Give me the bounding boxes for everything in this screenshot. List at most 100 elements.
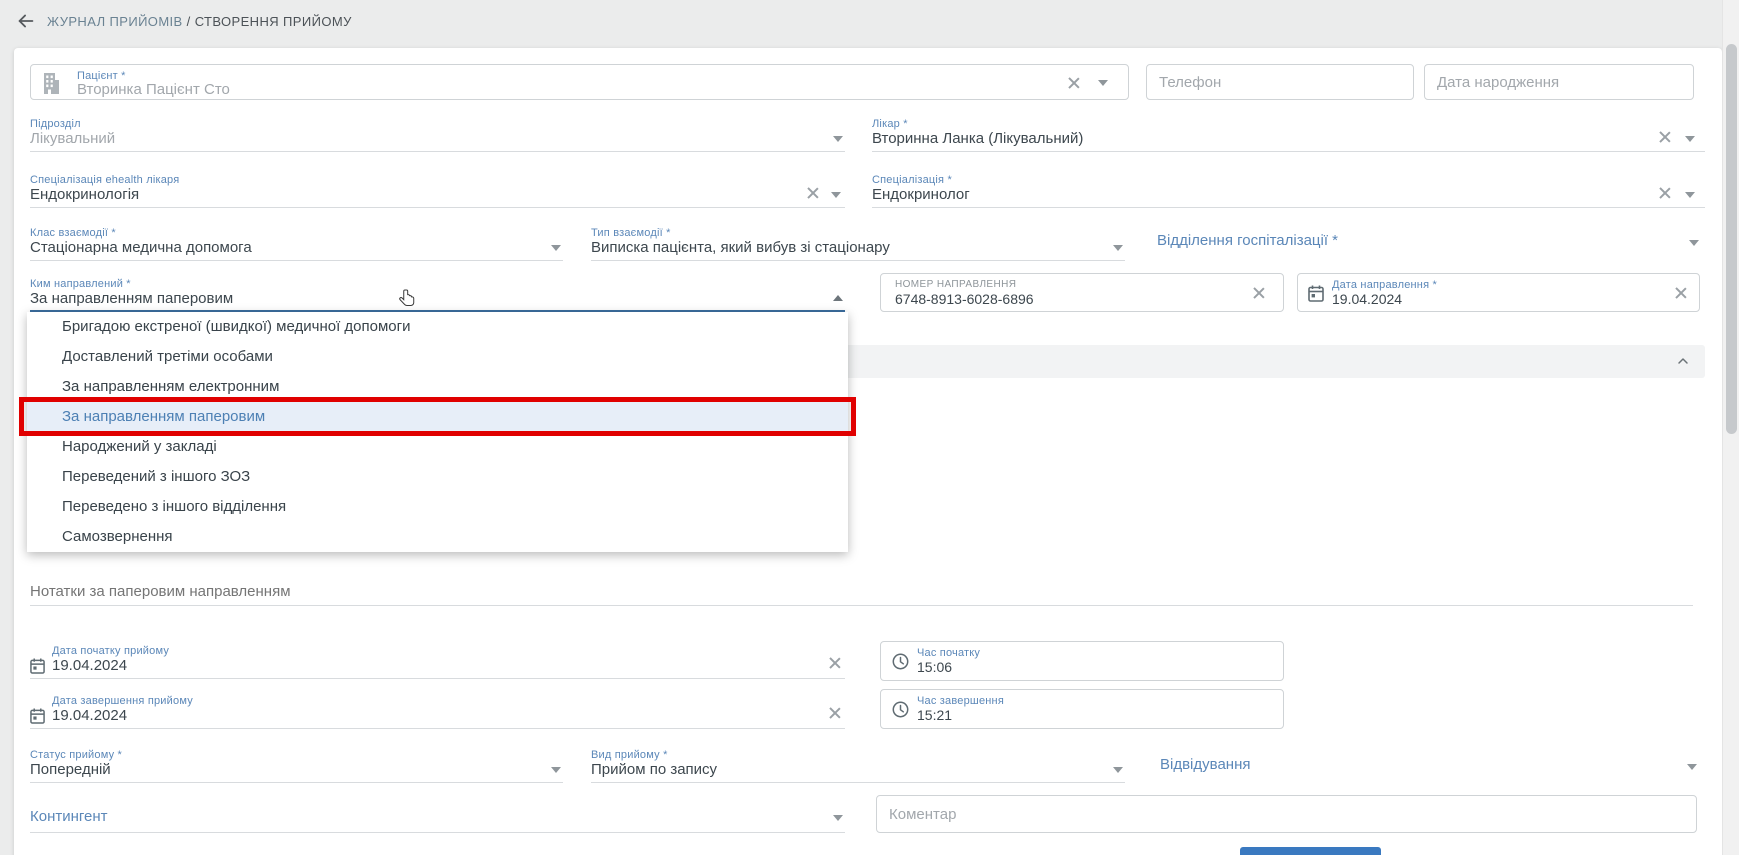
chevron-down-icon[interactable] xyxy=(1685,136,1695,142)
start-time-label: Час початку xyxy=(917,647,980,659)
patient-value: Вторинка Пацієнт Сто xyxy=(77,81,230,99)
referral-number-field[interactable]: НОМЕР НАПРАВЛЕННЯ 6748-8913-6028-6896 xyxy=(880,273,1284,312)
phone-field[interactable] xyxy=(1146,64,1414,100)
end-date-value: 19.04.2024 xyxy=(30,707,845,725)
clear-doctor-icon[interactable] xyxy=(1657,130,1671,144)
clear-referral-number-icon[interactable] xyxy=(1251,286,1265,300)
calendar-icon xyxy=(1308,285,1324,302)
paper-referral-notes-input[interactable] xyxy=(30,578,1693,605)
chevron-down-icon[interactable] xyxy=(1113,767,1123,773)
interaction-type-select[interactable]: Тип взаємодії * Виписка пацієнта, який в… xyxy=(591,227,1125,261)
phone-input[interactable] xyxy=(1147,65,1413,99)
start-date-label: Дата початку прийому xyxy=(30,645,845,657)
save-button-partial[interactable] xyxy=(1240,847,1381,855)
start-date-field[interactable]: Дата початку прийому 19.04.2024 xyxy=(30,645,845,679)
interaction-class-value: Стаціонарна медична допомога xyxy=(30,239,563,257)
visit-type-label: Вид прийому * xyxy=(591,749,1125,761)
department-select[interactable]: Підрозділ Лікувальний xyxy=(30,118,845,152)
clear-specialization-icon[interactable] xyxy=(1657,186,1671,200)
end-time-value: 15:21 xyxy=(917,707,952,723)
chevron-down-icon[interactable] xyxy=(1685,192,1695,198)
interaction-type-label: Тип взаємодії * xyxy=(591,227,1125,239)
attendance-select[interactable]: Відвідування xyxy=(1160,756,1705,782)
dropdown-option[interactable]: Доставлений третіми особами xyxy=(27,342,848,372)
department-label: Підрозділ xyxy=(30,118,845,130)
clear-patient-icon[interactable] xyxy=(1066,76,1080,90)
doctor-value: Вторинна Ланка (Лікувальний) xyxy=(872,130,1705,148)
start-time-field[interactable]: Час початку 15:06 xyxy=(880,641,1284,681)
visit-type-value: Прийом по запису xyxy=(591,761,1125,779)
chevron-up-icon[interactable] xyxy=(1675,353,1691,369)
referral-date-field[interactable]: Дата направлення * 19.04.2024 xyxy=(1297,273,1700,312)
doctor-label: Лікар * xyxy=(872,118,1705,130)
status-label: Статус прийому * xyxy=(30,749,563,761)
specialization-value: Ендокринолог xyxy=(872,186,1705,204)
chevron-down-icon[interactable] xyxy=(1687,764,1697,770)
visit-type-select[interactable]: Вид прийому * Прийом по запису xyxy=(591,749,1125,783)
hospitalization-department-label: Відділення госпіталізації * xyxy=(1157,232,1338,249)
comment-input[interactable] xyxy=(877,796,1696,832)
clear-end-date-icon[interactable] xyxy=(827,706,841,720)
referred-by-dropdown: Бригадою екстреної (швидкої) медичної до… xyxy=(27,312,848,552)
specialization-label: Спеціалізація * xyxy=(872,174,1705,186)
ehealth-specialization-select[interactable]: Спеціалізація ehealth лікаря Ендокриноло… xyxy=(30,174,845,208)
scrollbar-track[interactable] xyxy=(1722,0,1739,855)
chevron-down-icon[interactable] xyxy=(1689,240,1699,246)
referral-number-value: 6748-8913-6028-6896 xyxy=(895,291,1034,307)
dropdown-option[interactable]: Самозвернення xyxy=(27,522,848,552)
dropdown-option[interactable]: Переведений з іншого ЗОЗ xyxy=(27,462,848,492)
clear-ehealth-specialization-icon[interactable] xyxy=(805,186,819,200)
clock-icon xyxy=(892,701,909,718)
dropdown-option[interactable]: За направленням електронним xyxy=(27,372,848,402)
end-date-label: Дата завершення прийому xyxy=(30,695,845,707)
attendance-label: Відвідування xyxy=(1160,756,1250,773)
interaction-class-select[interactable]: Клас взаємодії * Стаціонарна медична доп… xyxy=(30,227,563,261)
hospitalization-department-select[interactable]: Відділення госпіталізації * xyxy=(1157,232,1705,258)
referral-date-label: Дата направлення * xyxy=(1332,279,1437,291)
dropdown-option[interactable]: Переведено з іншого відділення xyxy=(27,492,848,522)
ehealth-specialization-value: Ендокринологія xyxy=(30,186,845,204)
contingent-select[interactable]: Контингент xyxy=(30,803,845,833)
chevron-down-icon[interactable] xyxy=(1098,80,1108,86)
chevron-up-icon[interactable] xyxy=(833,295,843,301)
chevron-down-icon[interactable] xyxy=(831,192,841,198)
specialization-select[interactable]: Спеціалізація * Ендокринолог xyxy=(872,174,1705,208)
dropdown-option[interactable]: Народжений у закладі xyxy=(27,432,848,462)
breadcrumb-separator: / xyxy=(187,14,195,29)
end-time-label: Час завершення xyxy=(917,695,1004,707)
back-arrow-icon[interactable] xyxy=(15,10,37,32)
clear-start-date-icon[interactable] xyxy=(827,656,841,670)
dropdown-option-selected[interactable]: За направленням паперовим xyxy=(27,402,848,432)
referred-by-label: Ким направлений * xyxy=(30,278,845,290)
chevron-down-icon[interactable] xyxy=(551,767,561,773)
doctor-select[interactable]: Лікар * Вторинна Ланка (Лікувальний) xyxy=(872,118,1705,152)
dropdown-option[interactable]: Бригадою екстреної (швидкої) медичної до… xyxy=(27,312,848,342)
contingent-label: Контингент xyxy=(30,808,108,825)
clock-icon xyxy=(892,653,909,670)
end-time-field[interactable]: Час завершення 15:21 xyxy=(880,689,1284,729)
end-date-field[interactable]: Дата завершення прийому 19.04.2024 xyxy=(30,695,845,729)
status-select[interactable]: Статус прийому * Попередній xyxy=(30,749,563,783)
breadcrumb-parent-link[interactable]: ЖУРНАЛ ПРИЙОМІВ xyxy=(47,14,183,29)
comment-field[interactable] xyxy=(876,795,1697,833)
chevron-down-icon[interactable] xyxy=(1113,245,1123,251)
scrollbar-thumb[interactable] xyxy=(1726,44,1737,434)
start-date-value: 19.04.2024 xyxy=(30,657,845,675)
clear-referral-date-icon[interactable] xyxy=(1673,286,1687,300)
top-bar: ЖУРНАЛ ПРИЙОМІВ / СТВОРЕННЯ ПРИЙОМУ xyxy=(0,0,1739,42)
paper-referral-notes-field[interactable] xyxy=(30,578,1693,606)
birth-date-field[interactable] xyxy=(1424,64,1694,100)
chevron-down-icon[interactable] xyxy=(551,245,561,251)
status-value: Попередній xyxy=(30,761,563,779)
department-value: Лікувальний xyxy=(30,130,845,148)
birth-date-input[interactable] xyxy=(1425,65,1693,99)
chevron-down-icon[interactable] xyxy=(833,815,843,821)
referred-by-value: За направленням паперовим xyxy=(30,290,845,308)
patient-select[interactable]: Пацієнт * Вторинка Пацієнт Сто xyxy=(30,64,1129,100)
breadcrumb: ЖУРНАЛ ПРИЙОМІВ / СТВОРЕННЯ ПРИЙОМУ xyxy=(47,14,352,29)
interaction-class-label: Клас взаємодії * xyxy=(30,227,563,239)
referral-date-value: 19.04.2024 xyxy=(1332,291,1402,307)
referred-by-combobox[interactable]: Ким направлений * За направленням паперо… xyxy=(30,278,845,312)
chevron-down-icon[interactable] xyxy=(833,136,843,142)
building-icon xyxy=(41,72,61,94)
